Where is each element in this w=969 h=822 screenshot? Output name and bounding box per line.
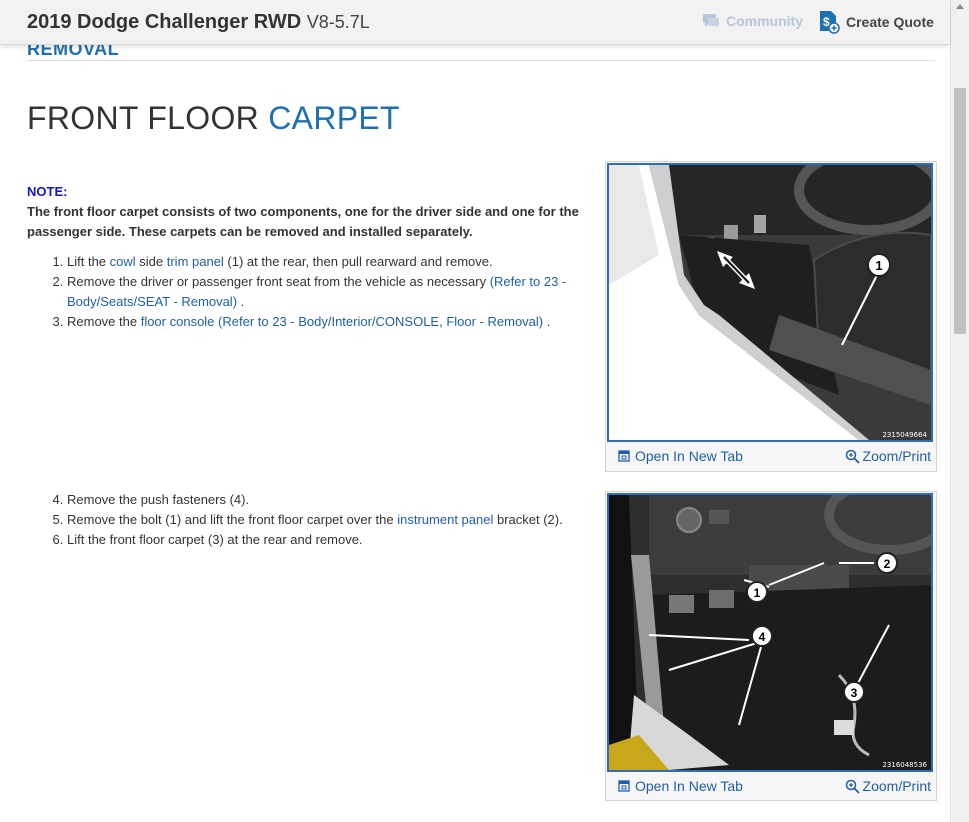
step-text: .: [237, 294, 245, 309]
open-tab-icon: [618, 780, 630, 792]
note-text: The front floor carpet consists of two c…: [27, 204, 579, 239]
engine-label: V8-5.7L: [306, 12, 370, 32]
zoom-in-icon: [845, 449, 860, 464]
zoom-in-icon: [845, 779, 860, 794]
scroll-thumb[interactable]: [954, 88, 966, 334]
zoom-print-label: Zoom/Print: [862, 448, 931, 464]
community-label: Community: [726, 13, 803, 29]
note-block: NOTE: The front floor carpet consists of…: [27, 182, 597, 242]
step-text: .: [543, 314, 551, 329]
figure-1-code: 2315049664: [882, 431, 927, 439]
step-text: side: [135, 254, 167, 269]
page-scrollbar[interactable]: [950, 0, 969, 822]
step-text: (1) at the rear, then pull rearward and …: [223, 254, 493, 269]
top-header: 2019 Dodge Challenger RWD V8-5.7L Commun…: [0, 0, 950, 45]
figure-2-code: 2316048536: [882, 761, 927, 769]
step-5: Remove the bolt (1) and lift the front f…: [67, 510, 602, 530]
link-trim-panel[interactable]: trim panel: [167, 254, 224, 269]
figure-1-image[interactable]: 1 2315049664: [607, 163, 933, 442]
figure-2-image[interactable]: 1 2 3 4 2316048536: [607, 493, 933, 772]
title-part-1: FRONT FLOOR: [27, 100, 260, 136]
figure-2-toolbar: Open In New Tab Zoom/Print: [606, 776, 936, 800]
create-quote-label: Create Quote: [846, 14, 934, 30]
steps-list-2: Remove the push fasteners (4). Remove th…: [27, 490, 602, 550]
figure-1-open-new-tab[interactable]: Open In New Tab: [618, 448, 743, 464]
figure-1-toolbar: Open In New Tab Zoom/Print: [606, 446, 936, 470]
vehicle-title: 2019 Dodge Challenger RWD V8-5.7L: [27, 11, 370, 34]
step-text: Remove the bolt (1) and lift the front f…: [67, 512, 398, 527]
chat-bubble-icon: [703, 14, 719, 28]
step-text: Remove the driver or passenger front sea…: [67, 274, 490, 289]
link-cowl[interactable]: cowl: [110, 254, 136, 269]
step-6: Lift the front floor carpet (3) at the r…: [67, 530, 602, 550]
figure-2-zoom-print[interactable]: Zoom/Print: [845, 778, 931, 794]
section-divider: [27, 60, 935, 61]
figure-2: 1 2 3 4 2316048536 Open In New Tab Zoom/…: [605, 491, 937, 801]
vehicle-name: 2019 Dodge Challenger RWD: [27, 11, 302, 33]
figure-2-callout-4: 4: [759, 630, 766, 644]
zoom-print-label: Zoom/Print: [862, 778, 931, 794]
create-quote-button[interactable]: $ Create Quote: [818, 10, 934, 34]
figure-2-callout-2: 2: [884, 557, 891, 571]
note-label: NOTE:: [27, 184, 68, 199]
figure-1-zoom-print[interactable]: Zoom/Print: [845, 448, 931, 464]
figure-2-open-new-tab[interactable]: Open In New Tab: [618, 778, 743, 794]
link-floor-console[interactable]: floor console (Refer to 23 - Body/Interi…: [141, 314, 543, 329]
figure-1: 1 2315049664 Open In New Tab Zoom/Print: [605, 161, 937, 472]
open-tab-label: Open In New Tab: [635, 448, 743, 464]
figure-1-callout-1: 1: [875, 258, 882, 273]
steps-list-1: Lift the cowl side trim panel (1) at the…: [27, 252, 602, 332]
community-button[interactable]: Community: [702, 13, 803, 29]
step-4: Remove the push fasteners (4).: [67, 490, 602, 510]
figure-2-callout-1: 1: [754, 586, 761, 600]
page-title: FRONT FLOOR CARPET: [27, 100, 400, 137]
step-text: bracket (2).: [493, 512, 563, 527]
figure-2-callout-3: 3: [851, 686, 858, 700]
step-1: Lift the cowl side trim panel (1) at the…: [67, 252, 602, 272]
open-tab-label: Open In New Tab: [635, 778, 743, 794]
step-3: Remove the floor console (Refer to 23 - …: [67, 312, 602, 332]
open-tab-icon: [618, 450, 630, 462]
scroll-up-arrow-icon[interactable]: [956, 4, 964, 9]
quote-dollar-icon: $: [820, 11, 840, 34]
link-instrument-panel[interactable]: instrument panel: [397, 512, 493, 527]
step-2: Remove the driver or passenger front sea…: [67, 272, 602, 312]
title-part-2: CARPET: [268, 100, 400, 136]
step-text: Remove the: [67, 314, 141, 329]
step-text: Lift the: [67, 254, 110, 269]
